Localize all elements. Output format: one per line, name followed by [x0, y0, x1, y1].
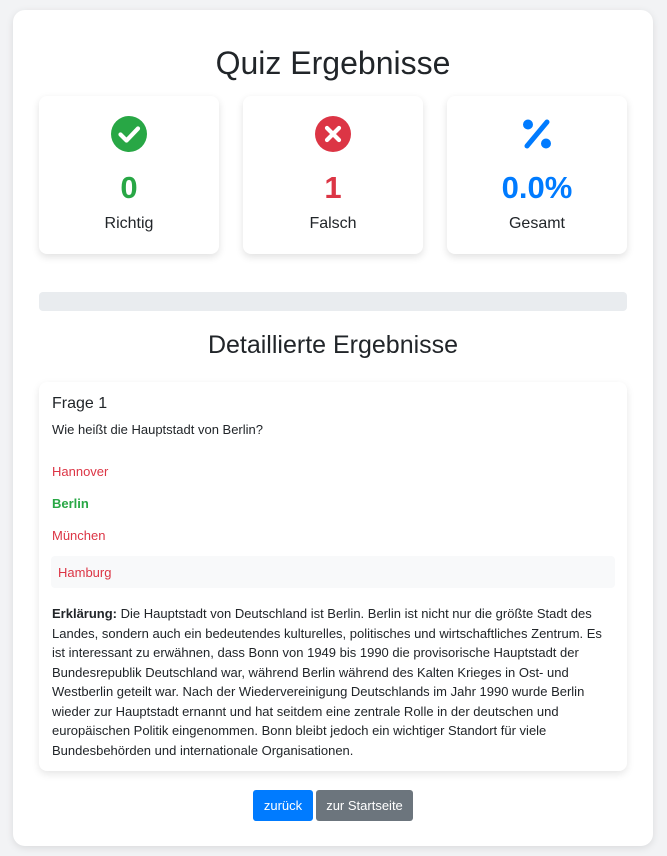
results-card: Quiz Ergebnisse 0 Richtig 1 Falsch 0.0% …: [13, 10, 653, 846]
percent-icon: [447, 116, 627, 152]
check-circle-icon: [39, 116, 219, 152]
question-text: Wie heißt die Hauptstadt von Berlin?: [52, 422, 263, 437]
answer-option: München: [52, 528, 106, 543]
total-label: Gesamt: [508, 215, 565, 232]
question-title: Frage 1: [52, 395, 108, 412]
explanation-label: Erklärung:: [52, 606, 118, 621]
stat-total: 0.0% Gesamt: [447, 96, 627, 254]
x-circle-icon: [243, 116, 423, 152]
explanation-text: Die Hauptstadt von Deutschland ist Berli…: [52, 606, 602, 758]
correct-count: 0: [120, 170, 138, 205]
page-title: Quiz Ergebnisse: [215, 45, 451, 81]
question-card: Frage 1 Wie heißt die Hauptstadt von Ber…: [39, 382, 627, 771]
answer-option-correct: Berlin: [52, 496, 89, 511]
score-progress-bar: [39, 292, 627, 311]
total-percent: 0.0%: [501, 170, 573, 205]
details-title: Detaillierte Ergebnisse: [207, 331, 459, 359]
correct-label: Richtig: [104, 215, 154, 232]
answer-option: Hannover: [52, 464, 109, 479]
wrong-count: 1: [324, 170, 342, 205]
stat-wrong: 1 Falsch: [243, 96, 423, 254]
wrong-label: Falsch: [309, 215, 357, 232]
home-button[interactable]: zur Startseite: [316, 790, 413, 821]
answer-option-selected: Hamburg: [51, 556, 615, 588]
stat-correct: 0 Richtig: [39, 96, 219, 254]
explanation: Erklärung: Die Hauptstadt von Deutschlan…: [52, 604, 614, 760]
back-button[interactable]: zurück: [253, 790, 313, 821]
